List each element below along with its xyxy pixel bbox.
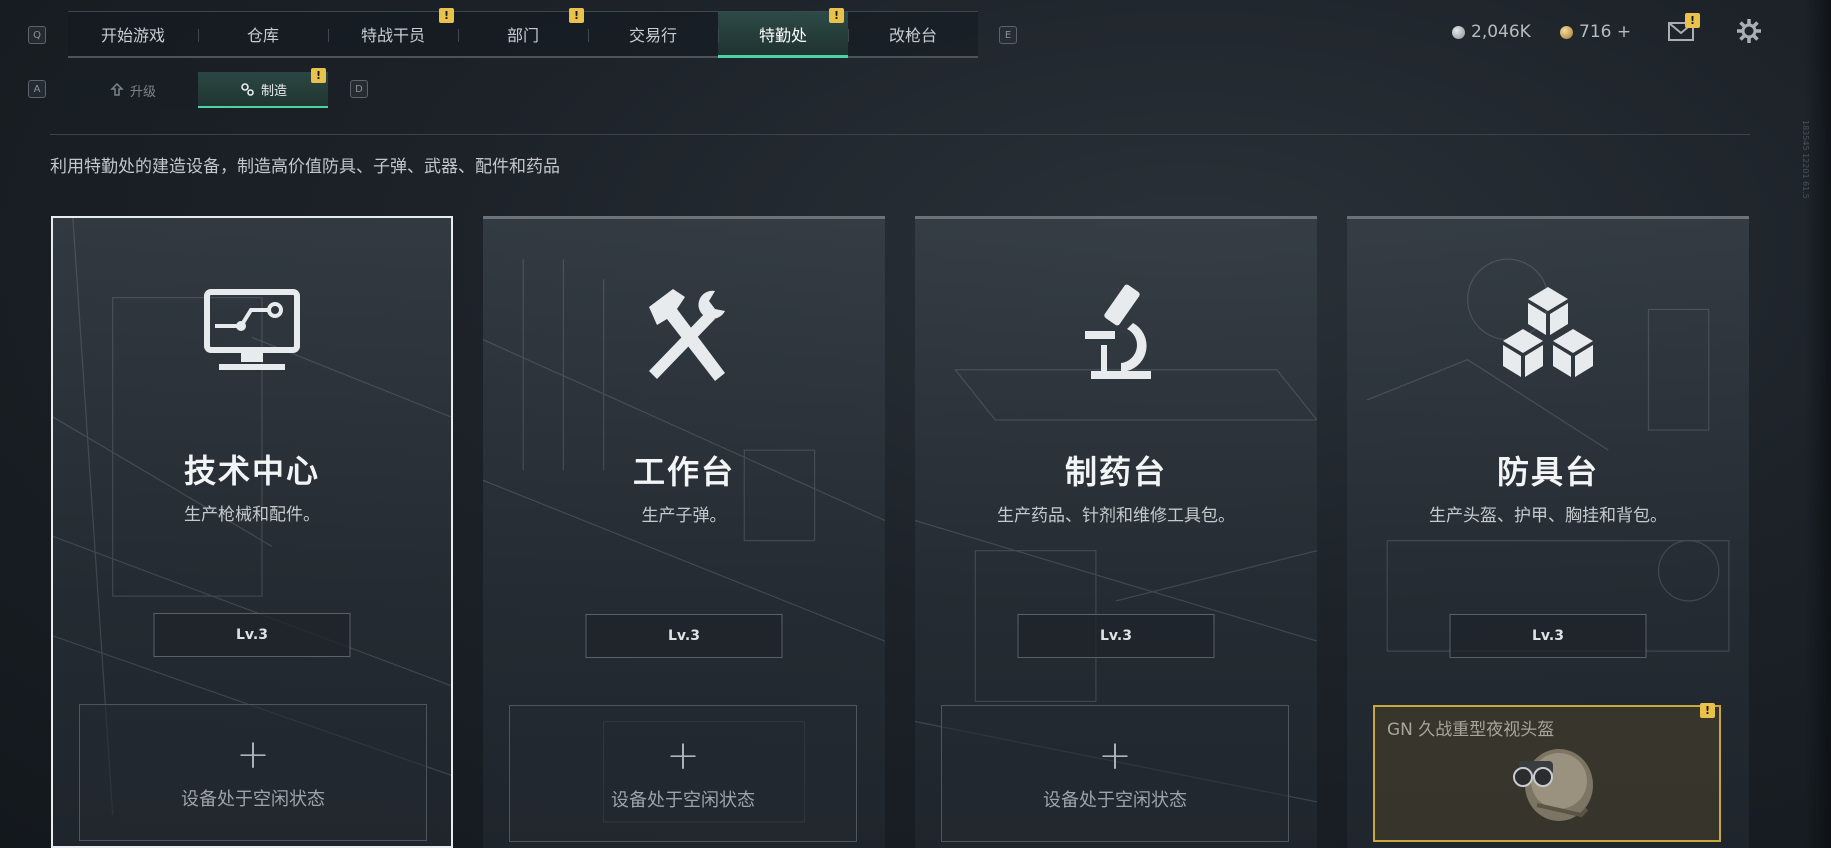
tab-label: 部门 — [506, 26, 539, 45]
tab-warehouse[interactable]: 仓库 — [198, 12, 328, 56]
silver-amount: 2,046K — [1471, 22, 1531, 42]
tab-label: 仓库 — [246, 26, 279, 45]
upgrade-icon — [110, 83, 124, 96]
tab-label: 改枪台 — [888, 26, 937, 45]
sub-nav: 升级 制造 ! — [68, 68, 328, 108]
sub-tab-label: 制造 — [260, 83, 287, 99]
key-hint-q[interactable]: Q — [28, 26, 46, 44]
silver-currency[interactable]: 2,046K — [1452, 22, 1531, 42]
alert-badge: ! — [829, 8, 844, 23]
sub-tab-craft[interactable]: 制造 ! — [198, 68, 328, 108]
station-card-tech-center[interactable]: 技术中心 生产枪械和配件。 Lv.3 + 设备处于空闲状态 — [51, 216, 453, 848]
gold-coin-icon — [1560, 25, 1573, 39]
plus-icon: + — [666, 732, 700, 779]
station-subtitle: 生产子弹。 — [641, 506, 727, 526]
slot-status: 设备处于空闲状态 — [181, 788, 325, 810]
gold-amount: 716 + — [1579, 22, 1632, 42]
gear-icon — [1737, 19, 1761, 43]
tab-gunsmith[interactable]: 改枪台 — [848, 12, 978, 56]
tab-label: 交易行 — [628, 26, 677, 45]
tab-exchange[interactable]: 交易行 — [588, 12, 718, 56]
alert-badge: ! — [311, 68, 326, 83]
cubes-icon — [1503, 287, 1593, 377]
station-card-workbench[interactable]: 工作台 生产子弹。 Lv.3 + 设备处于空闲状态 — [483, 216, 885, 848]
craft-slot[interactable]: + 设备处于空闲状态 — [941, 705, 1289, 842]
key-hint-e[interactable]: E — [999, 26, 1017, 44]
silver-coin-icon — [1452, 25, 1465, 39]
tab-start-game[interactable]: 开始游戏 — [68, 12, 198, 56]
station-subtitle: 生产头盔、护甲、胸挂和背包。 — [1429, 506, 1667, 526]
station-subtitle: 生产药品、针剂和维修工具包。 — [997, 506, 1235, 526]
plus-icon: + — [1098, 732, 1132, 779]
station-title: 防具台 — [1496, 453, 1599, 491]
slot-status: 设备处于空闲状态 — [611, 789, 755, 811]
tab-operators[interactable]: 特战干员! — [328, 8, 458, 56]
key-hint-a[interactable]: A — [28, 80, 46, 98]
alert-badge: ! — [439, 8, 454, 23]
helmet-item-icon — [1513, 749, 1593, 821]
station-title: 工作台 — [632, 453, 735, 491]
key-hint-d[interactable]: D — [350, 80, 368, 98]
mail-button[interactable]: ! — [1668, 13, 1700, 44]
station-card-armor[interactable]: 防具台 生产头盔、护甲、胸挂和背包。 Lv.3 ! GN 久战重型夜视头盔 — [1347, 216, 1749, 848]
hammer-wrench-icon — [649, 289, 725, 381]
sub-tab-label: 升级 — [129, 84, 156, 100]
tab-label: 特勤处 — [758, 25, 807, 45]
level-button[interactable]: Lv.3 — [1017, 614, 1215, 658]
station-cards: 技术中心 生产枪械和配件。 Lv.3 + 设备处于空闲状态 工作台 生产子弹。 … — [51, 216, 1749, 848]
station-title: 制药台 — [1064, 453, 1167, 491]
tab-label: 特战干员 — [360, 26, 425, 45]
craft-slot[interactable]: + 设备处于空闲状态 — [509, 705, 857, 842]
divider-line — [50, 134, 1750, 135]
tab-department[interactable]: 部门! — [458, 8, 588, 56]
gold-currency[interactable]: 716 + — [1560, 22, 1631, 42]
tab-label: 开始游戏 — [100, 26, 165, 45]
craft-slot[interactable]: + 设备处于空闲状态 — [79, 704, 427, 841]
plus-icon: + — [236, 731, 270, 778]
top-nav: 开始游戏 仓库 特战干员! 部门! 交易行 特勤处! 改枪台 — [68, 8, 978, 58]
level-button[interactable]: Lv.3 — [585, 614, 783, 658]
level-button[interactable]: Lv.3 — [1449, 614, 1647, 658]
tab-special-ops[interactable]: 特勤处! — [718, 8, 848, 58]
alert-badge: ! — [1700, 703, 1715, 718]
alert-badge: ! — [569, 8, 584, 23]
mail-alert-badge: ! — [1685, 13, 1700, 28]
craft-slot-busy[interactable]: ! GN 久战重型夜视头盔 — [1373, 703, 1721, 842]
computer-icon — [204, 289, 300, 370]
level-button[interactable]: Lv.3 — [153, 613, 351, 657]
edge-shade — [1805, 0, 1831, 848]
craft-gear-icon — [241, 83, 254, 96]
sub-tab-upgrade[interactable]: 升级 — [68, 72, 198, 108]
station-card-pharmacy[interactable]: 制药台 生产药品、针剂和维修工具包。 Lv.3 + 设备处于空闲状态 — [915, 216, 1317, 848]
settings-button[interactable] — [1736, 18, 1762, 44]
slot-status: 设备处于空闲状态 — [1043, 789, 1187, 811]
microscope-icon — [1085, 284, 1151, 379]
station-title: 技术中心 — [183, 452, 320, 490]
station-subtitle: 生产枪械和配件。 — [184, 505, 320, 525]
page-description: 利用特勤处的建造设备，制造高价值防具、子弹、武器、配件和药品 — [50, 157, 560, 177]
